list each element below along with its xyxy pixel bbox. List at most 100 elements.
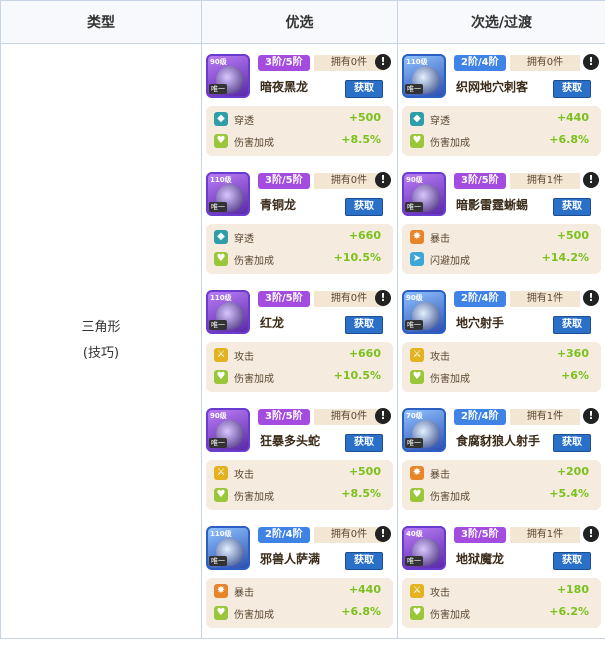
monster-portrait[interactable]: 110级 唯一 — [206, 172, 250, 216]
info-icon[interactable]: ! — [375, 526, 391, 542]
card-header: 110级 唯一 2阶/4阶 拥有0件! 邪兽人萨满 获取 — [206, 520, 393, 574]
owned-count: 拥有0件 — [314, 409, 384, 425]
stats-panel: ⚔ 攻击 +500 ♥ 伤害加成 +8.5% — [206, 460, 393, 510]
stat-row: ➤ 闪避加成 +14.2% — [402, 248, 601, 270]
stat-row: ♥ 伤害加成 +6.8% — [206, 602, 393, 624]
info-icon[interactable]: ! — [583, 54, 599, 70]
info-icon[interactable]: ! — [375, 408, 391, 424]
owned-count: 拥有1件 — [510, 527, 580, 543]
level-badge: 90级 — [210, 58, 227, 66]
attack-icon: ⚔ — [214, 466, 228, 480]
damage-bonus-icon: ♥ — [410, 488, 424, 502]
stat-label: 攻击 — [430, 352, 450, 363]
stat-row: ♥ 伤害加成 +6.8% — [402, 130, 601, 152]
level-badge: 70级 — [406, 412, 423, 420]
info-icon[interactable]: ! — [583, 172, 599, 188]
monster-portrait[interactable]: 90级唯一 — [206, 54, 250, 98]
stat-row: ♥ 伤害加成 +10.5% — [206, 366, 393, 388]
owned-count: 拥有0件 — [314, 527, 384, 543]
get-button[interactable]: 获取 — [553, 316, 591, 334]
info-icon[interactable]: ! — [583, 290, 599, 306]
stats-panel: ◆ 穿透 +500 ♥ 伤害加成 +8.5% — [206, 106, 393, 156]
get-button[interactable]: 获取 — [553, 198, 591, 216]
pierce-icon: ◆ — [214, 112, 228, 126]
info-icon[interactable]: ! — [375, 54, 391, 70]
stat-label: 暴击 — [234, 588, 254, 599]
stat-row: ♥ 伤害加成 +6.2% — [402, 602, 601, 624]
stat-label: 伤害加成 — [430, 374, 470, 385]
get-button[interactable]: 获取 — [345, 80, 383, 98]
equipment-card: 90级 唯一 3阶/5阶 拥有0件! 狂暴多头蛇 获取 ⚔ 攻击 +500 ♥ 伤害加成 +8.5% — [206, 402, 393, 510]
level-badge: 90级 — [210, 412, 227, 420]
monster-portrait[interactable]: 90级 唯一 — [402, 172, 446, 216]
monster-portrait[interactable]: 110级 唯一 — [402, 54, 446, 98]
triangle-row: 三角形 (技巧) 90级 唯一 3阶/5阶 拥有0件! 暗夜黑龙 获取 ◆ 穿透 +500 ♥ 伤害… — [0, 43, 605, 639]
info-icon[interactable]: ! — [375, 290, 391, 306]
info-icon[interactable]: ! — [583, 526, 599, 542]
monster-name: 青铜龙 — [260, 198, 297, 212]
get-button[interactable]: 获取 — [345, 316, 383, 334]
card-header: 40级 唯一 3阶/5阶 拥有1件! 地狱魔龙 获取 — [402, 520, 601, 574]
equipment-card: 110级 唯一 3阶/5阶 拥有0件! 青铜龙 获取 ◆ 穿透 +660 ♥ 伤害加成 +10.5% — [206, 166, 393, 274]
monster-portrait[interactable]: 90级 唯一 — [206, 408, 250, 452]
monster-name: 地狱魔龙 — [456, 552, 505, 566]
monster-name: 织网地穴刺客 — [456, 80, 529, 94]
tier-badge: 3阶/5阶 — [454, 527, 506, 543]
stat-label: 伤害加成 — [430, 492, 470, 503]
monster-portrait[interactable]: 40级 唯一 — [402, 526, 446, 570]
get-button[interactable]: 获取 — [345, 552, 383, 570]
owned-count: 拥有0件 — [510, 55, 580, 71]
stat-value: +660 — [348, 347, 381, 360]
stat-value: +200 — [556, 465, 589, 478]
monster-portrait[interactable]: 70级 唯一 — [402, 408, 446, 452]
recommendation-table: 类型 优选 次选/过渡 三角形 (技巧) 90级 唯一 3阶/5阶 拥有0件! 暗夜黑龙… — [0, 0, 605, 639]
unique-badge: 唯一 — [209, 84, 227, 94]
stat-value: +10.5% — [333, 369, 381, 382]
monster-portrait[interactable]: 110级 唯一 — [206, 526, 250, 570]
equipment-card: 110级 唯一 2阶/4阶 拥有0件! 织网地穴刺客 获取 ◆ 穿透 +440 ♥ 伤害加成 +6.8… — [402, 48, 601, 156]
monster-portrait[interactable]: 90级 唯一 — [402, 290, 446, 334]
unique-badge: 唯一 — [405, 84, 423, 94]
damage-bonus-icon: ♥ — [214, 134, 228, 148]
type-label: 三角形 — [81, 320, 121, 335]
get-button[interactable]: 获取 — [553, 80, 591, 98]
header-type: 类型 — [0, 0, 202, 44]
monster-portrait[interactable]: 110级 唯一 — [206, 290, 250, 334]
stat-row: ⚔ 攻击 +500 — [206, 462, 393, 484]
get-button[interactable]: 获取 — [345, 198, 383, 216]
stat-value: +10.5% — [333, 251, 381, 264]
stat-label: 暴击 — [430, 470, 450, 481]
stat-value: +500 — [556, 229, 589, 242]
card-header: 90级 唯一 2阶/4阶 拥有1件! 地穴射手 获取 — [402, 284, 601, 338]
crit-icon: ✸ — [410, 230, 424, 244]
stat-row: ⚔ 攻击 +360 — [402, 344, 601, 366]
info-icon[interactable]: ! — [583, 408, 599, 424]
stat-row: ♥ 伤害加成 +5.4% — [402, 484, 601, 506]
stat-value: +6.8% — [549, 133, 589, 146]
stat-row: ♥ 伤害加成 +8.5% — [206, 484, 393, 506]
get-button[interactable]: 获取 — [553, 552, 591, 570]
card-header: 90级 唯一 3阶/5阶 拥有0件! 狂暴多头蛇 获取 — [206, 402, 393, 456]
header-row: 类型 优选 次选/过渡 — [0, 0, 605, 44]
info-icon[interactable]: ! — [375, 172, 391, 188]
tier-badge: 2阶/4阶 — [258, 527, 310, 543]
stat-label: 伤害加成 — [234, 374, 274, 385]
level-badge: 40级 — [406, 530, 423, 538]
equipment-card: 90级 唯一 3阶/5阶 拥有0件! 暗夜黑龙 获取 ◆ 穿透 +500 ♥ 伤害加成 +8.5% — [206, 48, 393, 156]
owned-count: 拥有1件 — [510, 291, 580, 307]
stats-panel: ✸ 暴击 +440 ♥ 伤害加成 +6.8% — [206, 578, 393, 628]
tier-badge: 2阶/4阶 — [454, 55, 506, 71]
stat-row: ♥ 伤害加成 +6% — [402, 366, 601, 388]
stat-row: ◆ 穿透 +660 — [206, 226, 393, 248]
tier-badge: 3阶/5阶 — [258, 173, 310, 189]
get-button[interactable]: 获取 — [345, 434, 383, 452]
monster-name: 暗夜黑龙 — [260, 80, 309, 94]
stats-panel: ⚔ 攻击 +180 ♥ 伤害加成 +6.2% — [402, 578, 601, 628]
card-header: 90级 唯一 3阶/5阶 拥有1件! 暗影雷霆蜥蜴 获取 — [402, 166, 601, 220]
get-button[interactable]: 获取 — [553, 434, 591, 452]
crit-icon: ✸ — [214, 584, 228, 598]
stats-panel: ⚔ 攻击 +660 ♥ 伤害加成 +10.5% — [206, 342, 393, 392]
stat-label: 伤害加成 — [234, 256, 274, 267]
monster-name: 红龙 — [260, 316, 285, 330]
damage-bonus-icon: ♥ — [410, 370, 424, 384]
